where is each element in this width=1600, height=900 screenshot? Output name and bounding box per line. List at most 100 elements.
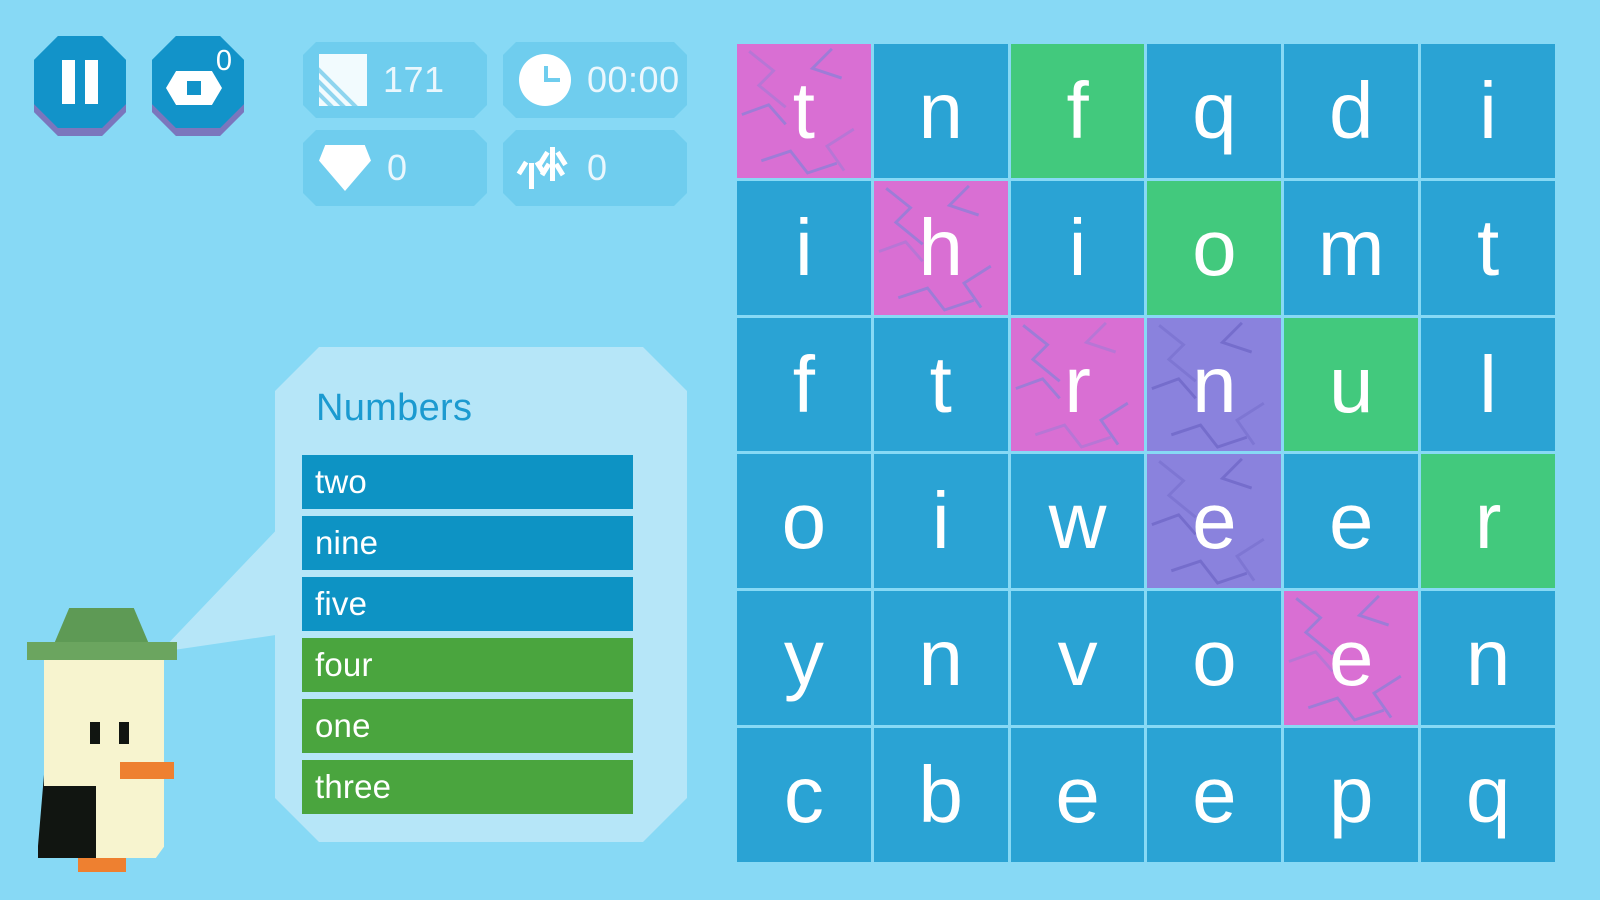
grid-cell-letter: o — [1192, 202, 1237, 292]
grid-cell-letter: i — [1479, 65, 1497, 155]
word-item[interactable]: four — [302, 638, 633, 692]
grid-cell-letter: i — [931, 476, 950, 566]
grid-cell-letter: i — [795, 202, 813, 292]
penguin-belly — [96, 718, 164, 858]
grid-cell-letter: f — [1066, 65, 1089, 155]
grid-cell-letter: q — [1192, 65, 1237, 155]
word-item[interactable]: one — [302, 699, 633, 753]
grid-cell[interactable]: f — [1010, 44, 1145, 178]
hint-button-face: 0 — [152, 36, 244, 128]
grid-cell[interactable]: t — [873, 317, 1008, 452]
grid-cell[interactable]: h — [873, 180, 1008, 315]
grid-cell[interactable]: n — [873, 591, 1008, 726]
grid-cell[interactable]: q — [1147, 44, 1282, 178]
grid-cell-letter: e — [1055, 750, 1100, 840]
plant-stat: 0 — [503, 130, 687, 206]
grid-cell[interactable]: e — [1284, 591, 1419, 726]
grid-cell[interactable]: o — [1147, 591, 1282, 726]
grid-cell[interactable]: o — [1147, 180, 1282, 315]
word-item[interactable]: nine — [302, 516, 633, 570]
grid-cell-letter: y — [783, 613, 824, 703]
word-list-title: Numbers — [316, 387, 473, 429]
grid-cell[interactable]: p — [1284, 728, 1419, 862]
grid-cell-letter: t — [1476, 202, 1500, 292]
plant-stat-value: 0 — [587, 147, 608, 188]
grid-cell-letter: m — [1317, 202, 1385, 292]
grid-cell-letter: n — [918, 613, 963, 703]
grid-cell[interactable]: c — [737, 728, 871, 862]
penguin-eye-right — [119, 722, 129, 744]
grid-cell[interactable]: q — [1421, 728, 1555, 862]
grid-cell-letter: w — [1048, 476, 1107, 566]
grid-cell[interactable]: v — [1010, 591, 1145, 726]
grid-cell-letter: n — [1465, 613, 1511, 703]
grid-cell[interactable]: r — [1421, 454, 1555, 589]
gem-stat-value: 0 — [387, 147, 408, 188]
grid-cell-letter: q — [1465, 750, 1511, 840]
grid-cell-letter: v — [1057, 613, 1098, 703]
grid-cell-letter: e — [1192, 476, 1237, 566]
grid-cell[interactable]: n — [1421, 591, 1555, 726]
word-item[interactable]: three — [302, 760, 633, 814]
grid-cell[interactable]: r — [1010, 317, 1145, 452]
grid-cell[interactable]: w — [1010, 454, 1145, 589]
grid-cell[interactable]: i — [1010, 180, 1145, 315]
grid-cell[interactable]: d — [1284, 44, 1419, 178]
grid-cell-letter: t — [792, 65, 816, 155]
grid-cell-letter: d — [1328, 65, 1374, 155]
grid-cell[interactable]: b — [873, 728, 1008, 862]
grid-cell[interactable]: i — [1421, 44, 1555, 178]
penguin-hat-crown — [54, 608, 149, 644]
penguin-eye-left — [90, 722, 100, 744]
grid-cell[interactable]: m — [1284, 180, 1419, 315]
penguin-feet — [78, 858, 126, 872]
grid-cell[interactable]: e — [1147, 454, 1282, 589]
grid-cell[interactable]: t — [1421, 180, 1555, 315]
grid-cell[interactable]: f — [737, 317, 871, 452]
grid-cell[interactable]: l — [1421, 317, 1555, 452]
grid-cell-letter: h — [918, 202, 963, 292]
grid-cell-letter: p — [1328, 750, 1374, 840]
pause-button[interactable] — [34, 36, 126, 136]
eye-icon: 0 — [166, 47, 232, 107]
timer-stat: 00:00 — [503, 42, 687, 118]
grid-cell-letter: r — [1474, 476, 1502, 566]
grid-cell-letter: e — [1192, 750, 1237, 840]
word-item[interactable]: two — [302, 455, 633, 509]
letter-grid[interactable]: tnfqdiihiomtftrnuloiweerynvoencbeepq — [737, 44, 1555, 862]
hud-row-top: 171 00:00 — [303, 42, 687, 118]
grid-cell[interactable]: e — [1284, 454, 1419, 589]
grid-cell-letter: o — [1192, 613, 1237, 703]
grid-cell-letter: e — [1328, 613, 1374, 703]
penguin-beak — [120, 762, 174, 779]
grid-cell-letter: u — [1328, 339, 1374, 429]
gem-icon — [319, 145, 371, 191]
penguin-hat-brim — [27, 642, 177, 660]
grid-cell-letter: b — [918, 750, 963, 840]
grid-cell[interactable]: n — [873, 44, 1008, 178]
grid-cell-letter: l — [1479, 339, 1497, 429]
grid-cell[interactable]: t — [737, 44, 871, 178]
hint-button[interactable]: 0 — [152, 36, 244, 136]
grid-cell-letter: n — [918, 65, 963, 155]
sprout-icon — [516, 143, 571, 193]
grid-cell-letter: o — [781, 476, 827, 566]
timer-stat-value: 00:00 — [587, 59, 680, 100]
grid-cell[interactable]: e — [1010, 728, 1145, 862]
grid-cell[interactable]: i — [737, 180, 871, 315]
grid-cell[interactable]: i — [873, 454, 1008, 589]
grid-cell[interactable]: u — [1284, 317, 1419, 452]
grid-cell-letter: n — [1192, 339, 1237, 429]
grid-cell[interactable]: e — [1147, 728, 1282, 862]
word-list-panel: Numbers two nine five four one three — [275, 347, 687, 842]
word-item[interactable]: five — [302, 577, 633, 631]
clock-icon — [519, 54, 571, 106]
gem-stat: 0 — [303, 130, 487, 206]
grid-cell[interactable]: n — [1147, 317, 1282, 452]
grid-cell[interactable]: y — [737, 591, 871, 726]
control-button-group: 0 — [34, 36, 244, 136]
hud-stats: 171 00:00 0 0 — [303, 42, 687, 206]
grid-cell-letter: t — [929, 339, 952, 429]
grid-cell[interactable]: o — [737, 454, 871, 589]
grid-cell-letter: i — [1068, 202, 1087, 292]
